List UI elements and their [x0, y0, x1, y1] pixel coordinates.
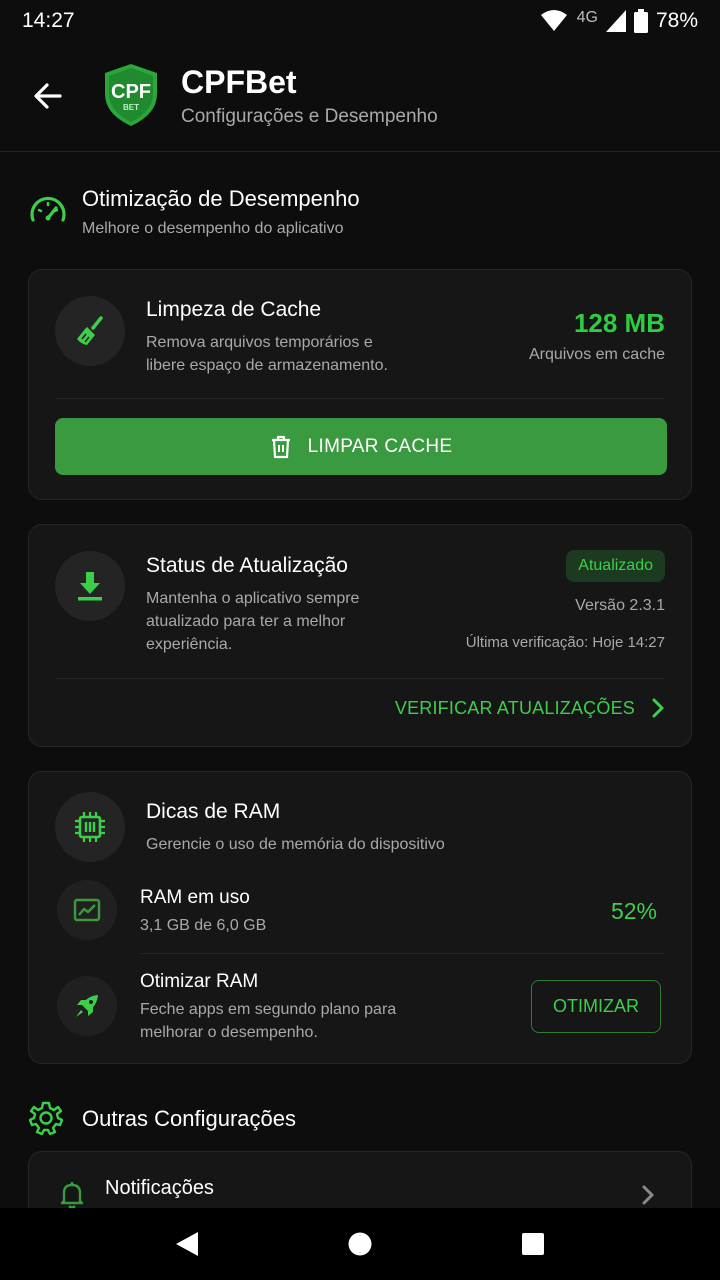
logo-subtext: BET [123, 103, 139, 112]
wifi-icon [540, 10, 567, 31]
ram-usage-detail: 3,1 GB de 6,0 GB [140, 917, 267, 934]
circle-home-icon [348, 1232, 372, 1256]
logo-text: CPF [111, 81, 151, 103]
divider [55, 678, 665, 679]
cache-size-label: Arquivos em cache [528, 346, 665, 363]
status-badge: Atualizado [566, 550, 665, 582]
network-type: 4G [576, 9, 598, 26]
cache-card: Limpeza de Cache Remova arquivos temporá… [28, 269, 692, 500]
bell-icon [60, 1182, 84, 1209]
triangle-back-icon [175, 1232, 198, 1256]
update-description-line1: Mantenha o aplicativo sempre [146, 590, 360, 607]
speedometer-icon [28, 190, 68, 230]
square-recents-icon [522, 1233, 545, 1255]
status-bar: 14:27 4G 78% [0, 0, 720, 42]
status-time: 14:27 [22, 9, 75, 32]
performance-section-subtitle: Melhore o desempenho do aplicativo [82, 220, 344, 237]
battery-level: 78% [655, 9, 698, 32]
ram-subtitle: Gerencie o uso de memória do dispositivo [146, 836, 445, 853]
update-title: Status de Atualização [146, 554, 348, 577]
cache-description-line1: Remova arquivos temporários e [146, 334, 373, 351]
app-header: CPF BET CPFBet Configurações e Desempenh… [0, 42, 720, 152]
ram-usage-percent: 52% [610, 898, 657, 924]
download-icon-circle [55, 551, 125, 621]
ram-usage-title: RAM em uso [140, 887, 250, 908]
check-updates-button[interactable]: VERIFICAR ATUALIZAÇÕES [395, 697, 665, 719]
chevron-right-icon [652, 698, 664, 718]
chip-icon [75, 812, 105, 842]
download-icon [78, 572, 102, 601]
clear-cache-button[interactable]: LIMPAR CACHE [55, 418, 667, 475]
optimize-ram-desc-line2: melhorar o desempenho. [140, 1024, 318, 1041]
app-logo: CPF BET [102, 62, 160, 128]
app-subtitle: Configurações e Desempenho [181, 106, 438, 127]
ram-card: Dicas de RAM Gerencie o uso de memória d… [28, 771, 692, 1064]
gear-icon [28, 1100, 68, 1140]
navigation-bar [0, 1208, 720, 1280]
ram-title: Dicas de RAM [146, 800, 281, 823]
nav-recents-button[interactable] [503, 1214, 563, 1274]
update-card: Status de Atualização Mantenha o aplicat… [28, 524, 692, 747]
trash-icon [271, 435, 290, 458]
nav-back-button[interactable] [157, 1214, 217, 1274]
app-title: CPFBet [181, 64, 297, 100]
chart-icon-circle [57, 880, 117, 940]
optimize-ram-desc-line1: Feche apps em segundo plano para [140, 1001, 397, 1018]
update-description-line3: experiência. [146, 636, 233, 653]
performance-section-title: Otimização de Desempenho [82, 186, 360, 211]
status-icons: 4G 78% [540, 9, 698, 33]
divider [140, 953, 665, 954]
last-check-text: Última verificação: Hoje 14:27 [465, 634, 665, 651]
battery-icon [633, 9, 648, 33]
notifications-label: Notificações [105, 1177, 214, 1199]
broom-icon [77, 316, 103, 345]
broom-icon-circle [55, 296, 125, 366]
divider [55, 398, 665, 399]
chevron-right-icon [642, 1185, 654, 1205]
back-button[interactable] [28, 76, 68, 116]
chip-icon-circle [55, 792, 125, 862]
nav-home-button[interactable] [330, 1214, 390, 1274]
check-updates-label: VERIFICAR ATUALIZAÇÕES [394, 697, 635, 718]
cache-size: 128 MB [573, 308, 665, 338]
update-description-line2: atualizado para ter a melhor [146, 613, 346, 630]
chart-icon [73, 898, 101, 922]
other-settings-title: Outras Configurações [82, 1106, 296, 1131]
signal-icon [605, 10, 626, 32]
clear-cache-label: LIMPAR CACHE [307, 435, 453, 457]
cache-title: Limpeza de Cache [146, 298, 322, 321]
arrow-left-icon [34, 83, 62, 109]
optimize-button[interactable]: OTIMIZAR [531, 980, 661, 1033]
optimize-ram-title: Otimizar RAM [140, 971, 259, 992]
version-text: Versão 2.3.1 [575, 597, 665, 614]
rocket-icon-circle [57, 976, 117, 1036]
cache-description-line2: libere espaço de armazenamento. [146, 357, 388, 374]
rocket-icon [76, 995, 98, 1017]
